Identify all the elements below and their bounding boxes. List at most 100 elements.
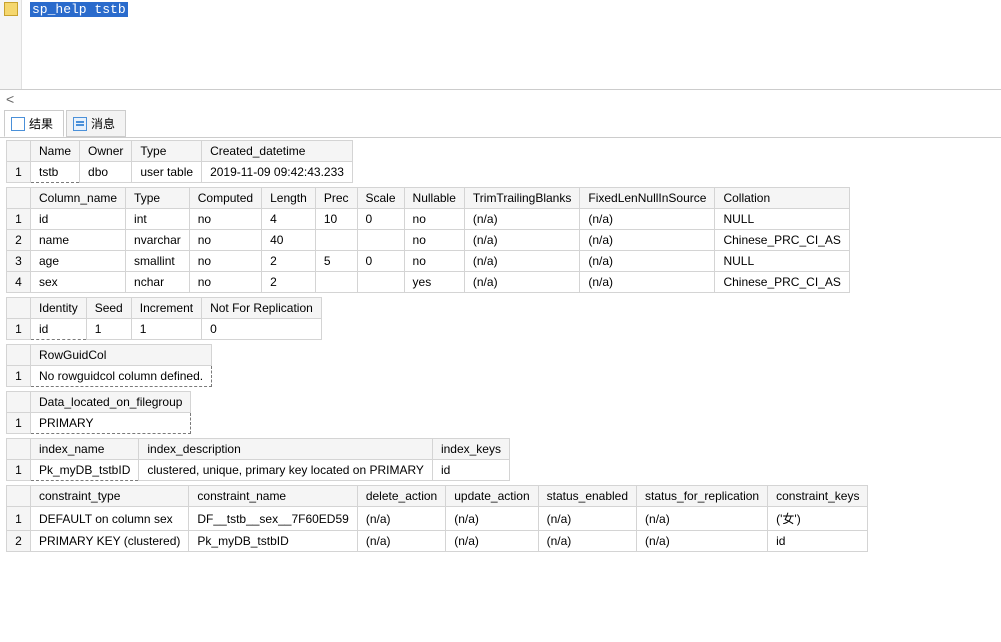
cell[interactable]: NULL [715, 209, 849, 230]
code-line[interactable]: sp_help tstb [30, 2, 997, 17]
cell[interactable]: user table [132, 162, 202, 183]
col-header[interactable]: Not For Replication [202, 298, 322, 319]
cell[interactable]: 5 [315, 251, 357, 272]
cell[interactable]: no [189, 272, 261, 293]
cell[interactable]: (n/a) [538, 531, 636, 552]
cell[interactable]: name [31, 230, 126, 251]
cell[interactable]: (n/a) [580, 272, 715, 293]
result-grid-5[interactable]: Data_located_on_filegroup 1 PRIMARY [6, 391, 1001, 434]
cell[interactable]: int [126, 209, 190, 230]
cell[interactable]: PRIMARY KEY (clustered) [31, 531, 189, 552]
row-number[interactable]: 1 [7, 319, 31, 340]
cell[interactable]: (n/a) [580, 230, 715, 251]
cell[interactable] [315, 230, 357, 251]
tab-results[interactable]: 结果 [4, 110, 64, 137]
col-header[interactable]: TrimTrailingBlanks [464, 188, 579, 209]
col-header[interactable]: index_description [139, 439, 433, 460]
cell[interactable]: PRIMARY [31, 413, 191, 434]
col-header[interactable]: Length [262, 188, 316, 209]
cell[interactable]: yes [404, 272, 464, 293]
row-number[interactable]: 2 [7, 531, 31, 552]
cell[interactable]: (n/a) [538, 507, 636, 531]
cell[interactable]: id [768, 531, 868, 552]
cell[interactable]: 2 [262, 251, 316, 272]
cell[interactable]: (n/a) [464, 251, 579, 272]
cell[interactable]: 0 [202, 319, 322, 340]
cell[interactable]: 1 [131, 319, 201, 340]
col-header[interactable]: Nullable [404, 188, 464, 209]
row-number[interactable]: 1 [7, 162, 31, 183]
cell[interactable]: DF__tstb__sex__7F60ED59 [189, 507, 357, 531]
cell[interactable]: 2019-11-09 09:42:43.233 [202, 162, 353, 183]
col-header[interactable]: Column_name [31, 188, 126, 209]
cell[interactable]: (n/a) [464, 230, 579, 251]
cell[interactable]: clustered, unique, primary key located o… [139, 460, 433, 481]
cell[interactable]: (n/a) [464, 272, 579, 293]
col-header[interactable]: Increment [131, 298, 201, 319]
col-header[interactable]: status_for_replication [637, 486, 768, 507]
row-number[interactable]: 3 [7, 251, 31, 272]
col-header[interactable]: Type [126, 188, 190, 209]
cell[interactable]: 10 [315, 209, 357, 230]
col-header[interactable]: update_action [446, 486, 538, 507]
col-header[interactable]: Created_datetime [202, 141, 353, 162]
row-number[interactable]: 1 [7, 460, 31, 481]
cell[interactable]: 1 [86, 319, 131, 340]
cell[interactable]: 40 [262, 230, 316, 251]
cell[interactable]: 4 [262, 209, 316, 230]
cell[interactable] [315, 272, 357, 293]
row-header-corner[interactable] [7, 345, 31, 366]
cell[interactable]: (n/a) [446, 531, 538, 552]
row-header-corner[interactable] [7, 486, 31, 507]
result-grid-2[interactable]: Column_name Type Computed Length Prec Sc… [6, 187, 1001, 293]
sql-editor[interactable]: sp_help tstb [0, 0, 1001, 90]
cell[interactable] [357, 272, 404, 293]
cell[interactable]: NULL [715, 251, 849, 272]
cell[interactable]: (n/a) [446, 507, 538, 531]
row-header-corner[interactable] [7, 141, 31, 162]
cell[interactable]: (n/a) [580, 209, 715, 230]
cell[interactable]: no [404, 209, 464, 230]
cell[interactable]: 0 [357, 209, 404, 230]
col-header[interactable]: index_keys [432, 439, 509, 460]
col-header[interactable]: Computed [189, 188, 261, 209]
cell[interactable]: (n/a) [357, 531, 445, 552]
cell[interactable]: no [189, 251, 261, 272]
row-header-corner[interactable] [7, 298, 31, 319]
scroll-left-indicator[interactable]: < [0, 90, 1001, 108]
cell[interactable]: nchar [126, 272, 190, 293]
cell[interactable]: Chinese_PRC_CI_AS [715, 230, 849, 251]
cell[interactable]: nvarchar [126, 230, 190, 251]
col-header[interactable]: constraint_type [31, 486, 189, 507]
cell[interactable]: No rowguidcol column defined. [31, 366, 212, 387]
cell[interactable]: smallint [126, 251, 190, 272]
col-header[interactable]: index_name [31, 439, 139, 460]
col-header[interactable]: delete_action [357, 486, 445, 507]
col-header[interactable]: Name [31, 141, 80, 162]
row-header-corner[interactable] [7, 439, 31, 460]
cell[interactable]: (n/a) [637, 507, 768, 531]
col-header[interactable]: Data_located_on_filegroup [31, 392, 191, 413]
row-number[interactable]: 4 [7, 272, 31, 293]
cell[interactable]: (n/a) [464, 209, 579, 230]
cell[interactable]: Pk_myDB_tstbID [31, 460, 139, 481]
col-header[interactable]: FixedLenNullInSource [580, 188, 715, 209]
cell[interactable]: age [31, 251, 126, 272]
cell[interactable]: no [189, 230, 261, 251]
row-number[interactable]: 1 [7, 209, 31, 230]
result-grid-3[interactable]: Identity Seed Increment Not For Replicat… [6, 297, 1001, 340]
cell[interactable]: sex [31, 272, 126, 293]
cell[interactable]: (n/a) [637, 531, 768, 552]
cell[interactable]: id [31, 209, 126, 230]
cell[interactable] [357, 230, 404, 251]
result-grid-4[interactable]: RowGuidCol 1 No rowguidcol column define… [6, 344, 1001, 387]
cell[interactable]: Chinese_PRC_CI_AS [715, 272, 849, 293]
cell[interactable]: no [189, 209, 261, 230]
cell[interactable]: (n/a) [357, 507, 445, 531]
cell[interactable]: (n/a) [580, 251, 715, 272]
row-number[interactable]: 1 [7, 413, 31, 434]
cell[interactable]: tstb [31, 162, 80, 183]
col-header[interactable]: Scale [357, 188, 404, 209]
cell[interactable]: DEFAULT on column sex [31, 507, 189, 531]
row-number[interactable]: 2 [7, 230, 31, 251]
